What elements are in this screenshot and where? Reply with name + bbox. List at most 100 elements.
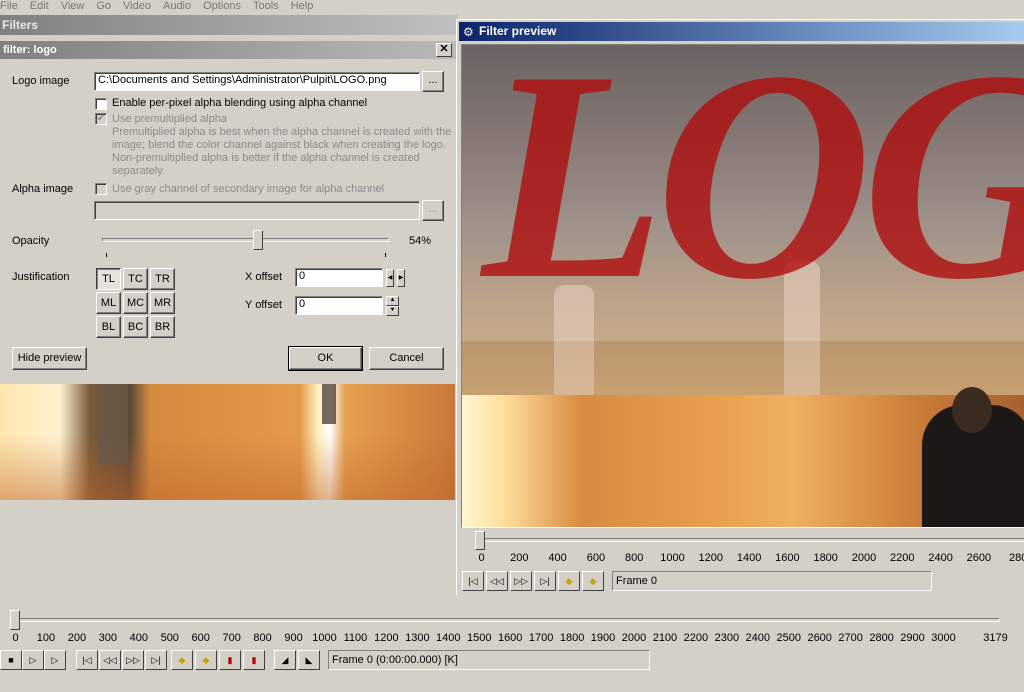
preview-scale-label: 280 bbox=[1009, 552, 1024, 564]
opacity-slider-track[interactable] bbox=[102, 238, 389, 242]
logo-dialog-title[interactable]: filter: logo bbox=[0, 41, 456, 59]
skip-end-icon: ▷| bbox=[151, 655, 161, 665]
main-scale-label: 1400 bbox=[436, 632, 461, 644]
menu-file[interactable]: File bbox=[0, 0, 24, 14]
menu-go[interactable]: Go bbox=[90, 0, 117, 14]
stop-button[interactable]: ■ bbox=[0, 650, 22, 670]
main-scale-label: 3000 bbox=[931, 632, 956, 644]
logo-image-path-input[interactable]: C:\Documents and Settings\Administrator\… bbox=[94, 72, 420, 91]
preview-key-prev-button[interactable]: ◆ bbox=[558, 571, 580, 591]
main-scale-label: 1600 bbox=[497, 632, 523, 644]
main-scale-label: 1300 bbox=[405, 632, 430, 644]
justification-label: Justification bbox=[12, 271, 70, 283]
justify-top-right-button[interactable]: TR bbox=[150, 268, 175, 290]
opacity-label: Opacity bbox=[12, 235, 50, 247]
scene-next-button[interactable]: ▮ bbox=[243, 650, 265, 670]
preview-timeline-track[interactable] bbox=[479, 538, 1024, 542]
menu-view[interactable]: View bbox=[55, 0, 91, 14]
x-offset-decrease-button[interactable]: ◀ bbox=[386, 269, 394, 287]
dancer-figure bbox=[98, 384, 128, 464]
hide-preview-button[interactable]: Hide preview bbox=[12, 347, 87, 370]
justify-middle-center-button[interactable]: MC bbox=[123, 292, 148, 314]
main-scale-label: 1800 bbox=[559, 632, 585, 644]
menu-help[interactable]: Help bbox=[285, 0, 320, 14]
ok-button[interactable]: OK bbox=[288, 346, 363, 371]
mark-out-button[interactable]: ◣ bbox=[298, 650, 320, 670]
justify-middle-right-button[interactable]: MR bbox=[150, 292, 175, 314]
alpha-image-path-input[interactable] bbox=[94, 201, 420, 220]
main-timeline-track[interactable] bbox=[14, 618, 1000, 622]
justify-bottom-center-button[interactable]: BC bbox=[123, 316, 148, 338]
preview-prev-button[interactable]: ◁◁ bbox=[486, 571, 508, 591]
main-scale-label: 100 bbox=[36, 632, 56, 644]
filters-window-title[interactable]: Filters bbox=[0, 15, 458, 35]
x-offset-input[interactable]: 0 bbox=[295, 268, 383, 287]
main-scale-label: 800 bbox=[253, 632, 272, 644]
menu-video[interactable]: Video bbox=[117, 0, 157, 14]
main-scale-label: 1000 bbox=[312, 632, 337, 644]
arrow-down-icon: ▼ bbox=[389, 307, 396, 313]
preview-scale-label: 2400 bbox=[928, 552, 953, 564]
arrow-right-icon: ▶ bbox=[398, 275, 404, 281]
go-end-button[interactable]: ▷| bbox=[145, 650, 167, 670]
scene-prev-button[interactable]: ▮ bbox=[219, 650, 241, 670]
slider-tick bbox=[106, 253, 107, 257]
justify-top-center-button[interactable]: TC bbox=[123, 268, 148, 290]
menu-options[interactable]: Options bbox=[197, 0, 247, 14]
key-next-button[interactable]: ◆ bbox=[195, 650, 217, 670]
preview-start-button[interactable]: |◁ bbox=[462, 571, 484, 591]
main-scale-label: 2800 bbox=[869, 632, 894, 644]
y-offset-input[interactable]: 0 bbox=[295, 296, 383, 315]
input-video-pane bbox=[0, 384, 455, 500]
y-offset-up-button[interactable]: ▲ bbox=[386, 296, 399, 306]
x-offset-increase-button[interactable]: ▶ bbox=[397, 269, 405, 287]
close-button[interactable]: ✕ bbox=[436, 43, 452, 57]
y-offset-down-button[interactable]: ▼ bbox=[386, 306, 399, 316]
justify-bottom-right-button[interactable]: BR bbox=[150, 316, 175, 338]
menu-audio[interactable]: Audio bbox=[157, 0, 197, 14]
check-icon: ✔ bbox=[96, 113, 106, 124]
preview-window-title[interactable]: Filter preview bbox=[459, 22, 1024, 41]
filter-preview-window: Filter preview ⚙ LOG 0 200 400 600 800 1000 12… bbox=[456, 19, 1024, 595]
preview-scale-label: 2200 bbox=[890, 552, 915, 564]
main-scale-label: 1500 bbox=[467, 632, 492, 644]
video-floor-shading bbox=[0, 434, 455, 500]
main-scale-label: 2000 bbox=[621, 632, 647, 644]
main-scale-label: 600 bbox=[191, 632, 210, 644]
main-scale-label: 900 bbox=[284, 632, 303, 644]
y-offset-label: Y offset bbox=[245, 299, 282, 311]
preview-key-next-button[interactable]: ◆ bbox=[582, 571, 604, 591]
key-icon: ◆ bbox=[565, 576, 573, 586]
premultiplied-alpha-checkbox[interactable]: ✔ bbox=[95, 113, 107, 125]
dancer-figure bbox=[322, 384, 336, 424]
cancel-button[interactable]: Cancel bbox=[369, 347, 444, 370]
prev-frame-button[interactable]: ◁◁ bbox=[99, 650, 121, 670]
justify-bottom-left-button[interactable]: BL bbox=[96, 316, 121, 338]
go-start-button[interactable]: |◁ bbox=[76, 650, 98, 670]
per-pixel-alpha-checkbox[interactable] bbox=[95, 98, 107, 110]
main-timeline-thumb[interactable] bbox=[10, 610, 20, 630]
key-icon: ◆ bbox=[589, 576, 597, 586]
rewind-icon: ◁◁ bbox=[490, 576, 504, 586]
menu-tools[interactable]: Tools bbox=[247, 0, 285, 14]
gray-channel-checkbox[interactable] bbox=[95, 183, 107, 195]
preview-end-button[interactable]: ▷| bbox=[534, 571, 556, 591]
mark-in-button[interactable]: ◢ bbox=[274, 650, 296, 670]
play-input-button[interactable]: ▷ bbox=[22, 650, 44, 670]
preview-scale-label: 800 bbox=[625, 552, 644, 564]
alpha-image-label: Alpha image bbox=[12, 183, 74, 195]
opacity-slider-thumb[interactable] bbox=[252, 230, 263, 250]
play-output-button[interactable]: ▷ bbox=[44, 650, 66, 670]
play-icon: ▷ bbox=[29, 655, 37, 665]
ballroom-floor bbox=[462, 387, 1024, 527]
justify-middle-left-button[interactable]: ML bbox=[96, 292, 121, 314]
logo-image-browse-button[interactable]: ... bbox=[422, 71, 444, 92]
preview-next-button[interactable]: ▷▷ bbox=[510, 571, 532, 591]
preview-timeline-thumb[interactable] bbox=[475, 531, 485, 550]
menu-edit[interactable]: Edit bbox=[24, 0, 55, 14]
alpha-image-browse-button[interactable]: ... bbox=[422, 200, 444, 221]
fast-forward-icon: ▷▷ bbox=[126, 655, 140, 665]
key-prev-button[interactable]: ◆ bbox=[171, 650, 193, 670]
justify-top-left-button[interactable]: TL bbox=[96, 268, 121, 290]
next-frame-button[interactable]: ▷▷ bbox=[122, 650, 144, 670]
